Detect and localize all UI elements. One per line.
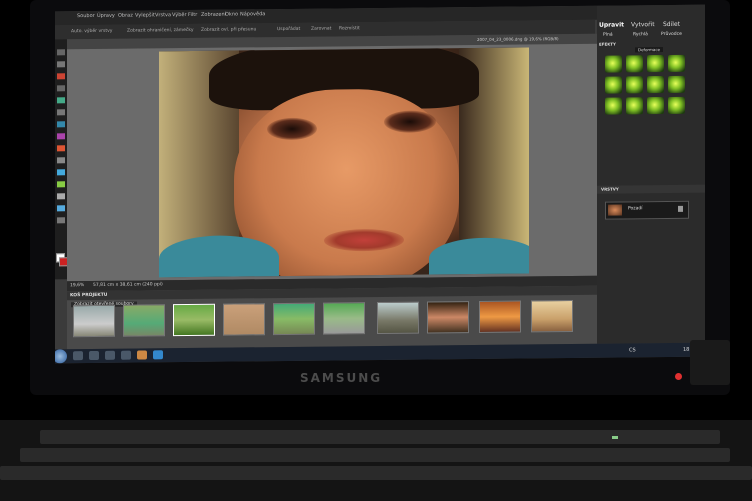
text-tool-icon[interactable]: [57, 109, 65, 116]
effect-thumb[interactable]: [605, 76, 622, 94]
menu-enhance[interactable]: Vylepšit: [135, 12, 155, 18]
effect-thumb[interactable]: [668, 75, 685, 93]
thumbnail[interactable]: [223, 303, 265, 336]
menu-file[interactable]: Soubor: [77, 13, 95, 19]
effect-thumb[interactable]: [647, 97, 664, 115]
effect-thumb[interactable]: [626, 76, 643, 94]
taskbar-photoshop-icon[interactable]: [153, 350, 163, 360]
menu-image[interactable]: Obraz: [118, 13, 133, 19]
opt-align[interactable]: Zarovnat: [311, 27, 331, 32]
keyboard-key-row: [20, 448, 730, 462]
effect-thumb[interactable]: [647, 76, 664, 94]
menu-edit[interactable]: Úpravy: [97, 13, 115, 19]
taskbar-folder-icon[interactable]: [89, 350, 99, 361]
thumbnail[interactable]: [273, 302, 315, 336]
red-eye-tool-icon[interactable]: [57, 145, 65, 152]
effects-category-select[interactable]: Deformace: [635, 47, 663, 53]
taskbar-app-icon[interactable]: [121, 350, 131, 360]
eraser-tool-icon[interactable]: [57, 157, 65, 164]
monitor-screen: Soubor Úpravy Obraz Vylepšit Vrstva Výbě…: [55, 4, 705, 364]
sponge-tool-icon[interactable]: [57, 217, 65, 224]
thumbnail-selected[interactable]: [173, 303, 215, 337]
keyboard: [0, 420, 752, 501]
taskbar-chrome-icon[interactable]: [137, 350, 147, 360]
tab-share[interactable]: Sdílet: [663, 21, 680, 28]
layer-thumbnail: [608, 204, 622, 216]
portrait-photo: [159, 47, 529, 278]
menu-view[interactable]: Zobrazení: [201, 12, 226, 18]
lock-icon[interactable]: [678, 205, 683, 212]
layers-title: VRSTVY: [601, 186, 619, 192]
blur-tool-icon[interactable]: [57, 205, 65, 212]
effects-title: EFEKTY: [599, 41, 616, 47]
layer-row[interactable]: Pozadí: [605, 200, 689, 220]
power-indicator-light: [675, 373, 682, 380]
effect-thumb[interactable]: [647, 55, 664, 73]
thumbnail[interactable]: [323, 302, 365, 335]
subtab-guided[interactable]: Průvodce: [661, 32, 682, 37]
start-button-icon[interactable]: [55, 349, 67, 364]
effect-thumb[interactable]: [668, 54, 685, 72]
menu-window[interactable]: Okno: [225, 11, 238, 17]
keyboard-led: [612, 436, 618, 439]
marquee-tool-icon[interactable]: [57, 85, 65, 92]
layers-header: VRSTVY: [597, 184, 705, 194]
thumbnail[interactable]: [479, 300, 521, 333]
toolbox: [55, 39, 68, 280]
thumbnail[interactable]: [377, 301, 419, 335]
shirt-right: [429, 237, 529, 278]
taskbar-media-icon[interactable]: [105, 350, 115, 360]
opt-arrange[interactable]: Uspořádat: [277, 27, 300, 32]
menu-layer[interactable]: Vrstva: [155, 12, 171, 18]
document-tab[interactable]: 2007_04_23_0006.dng @ 19,6% (RGB/8): [477, 36, 559, 42]
project-bin-title: KOŠ PROJEKTU: [70, 292, 108, 299]
move-tool-icon[interactable]: [57, 49, 65, 56]
brush-tool-icon[interactable]: [57, 133, 65, 140]
canvas-area: [67, 43, 597, 282]
zoom-tool-icon[interactable]: [57, 61, 65, 68]
effect-thumb[interactable]: [605, 97, 622, 115]
crop-tool-icon[interactable]: [57, 121, 65, 128]
opt-show-bounds[interactable]: Zobrazit ohraničení, zámečky: [127, 28, 193, 34]
thumbnail[interactable]: [73, 304, 115, 338]
taskbar-explorer-icon[interactable]: [73, 351, 83, 361]
zoom-readout[interactable]: 19,6%: [70, 283, 84, 288]
menu-select[interactable]: Výběr: [172, 12, 187, 18]
subtab-quick[interactable]: Rychlá: [633, 32, 648, 37]
effects-grid: [605, 54, 689, 118]
keyboard-key-row: [40, 430, 720, 444]
layer-name: Pozadí: [628, 206, 643, 212]
opt-auto-select[interactable]: Auto. výběr vrstvy: [71, 29, 112, 34]
shirt-left: [159, 235, 279, 278]
taskbar-language[interactable]: CS: [629, 347, 636, 353]
effect-thumb[interactable]: [626, 55, 643, 73]
subtab-full[interactable]: Plná: [603, 33, 613, 38]
eyedropper-tool-icon[interactable]: [57, 73, 65, 80]
sticker: [690, 340, 730, 385]
tab-create[interactable]: Vytvořit: [631, 21, 655, 28]
lasso-tool-icon[interactable]: [57, 97, 65, 104]
effect-thumb[interactable]: [605, 55, 622, 73]
paint-bucket-tool-icon[interactable]: [57, 169, 65, 176]
thumbnail[interactable]: [123, 304, 165, 337]
keyboard-key-row: [0, 466, 752, 480]
menu-filter[interactable]: Filtr: [188, 12, 197, 18]
menu-help[interactable]: Nápověda: [240, 11, 265, 17]
shape-tool-icon[interactable]: [57, 193, 65, 200]
effect-thumb[interactable]: [668, 96, 685, 114]
tab-edit[interactable]: Upravit: [599, 21, 624, 28]
opt-distribute[interactable]: Rozmístit: [339, 26, 360, 31]
effect-thumb[interactable]: [626, 97, 643, 115]
thumbnail[interactable]: [427, 301, 469, 334]
brand-logo: SAMSUNG: [300, 371, 383, 385]
right-panel: Upravit Vytvořit Sdílet Plná Rychlá Prův…: [597, 4, 705, 344]
document-dimensions: 57,81 cm x 38,61 cm (240 ppi): [93, 282, 163, 289]
thumbnail[interactable]: [531, 299, 573, 333]
gradient-tool-icon[interactable]: [57, 181, 65, 188]
opt-show-highlight[interactable]: Zobrazit ovl. při přesunu: [201, 27, 256, 33]
project-bin: KOŠ PROJEKTU Zobrazit otevřené soubory: [67, 285, 597, 350]
